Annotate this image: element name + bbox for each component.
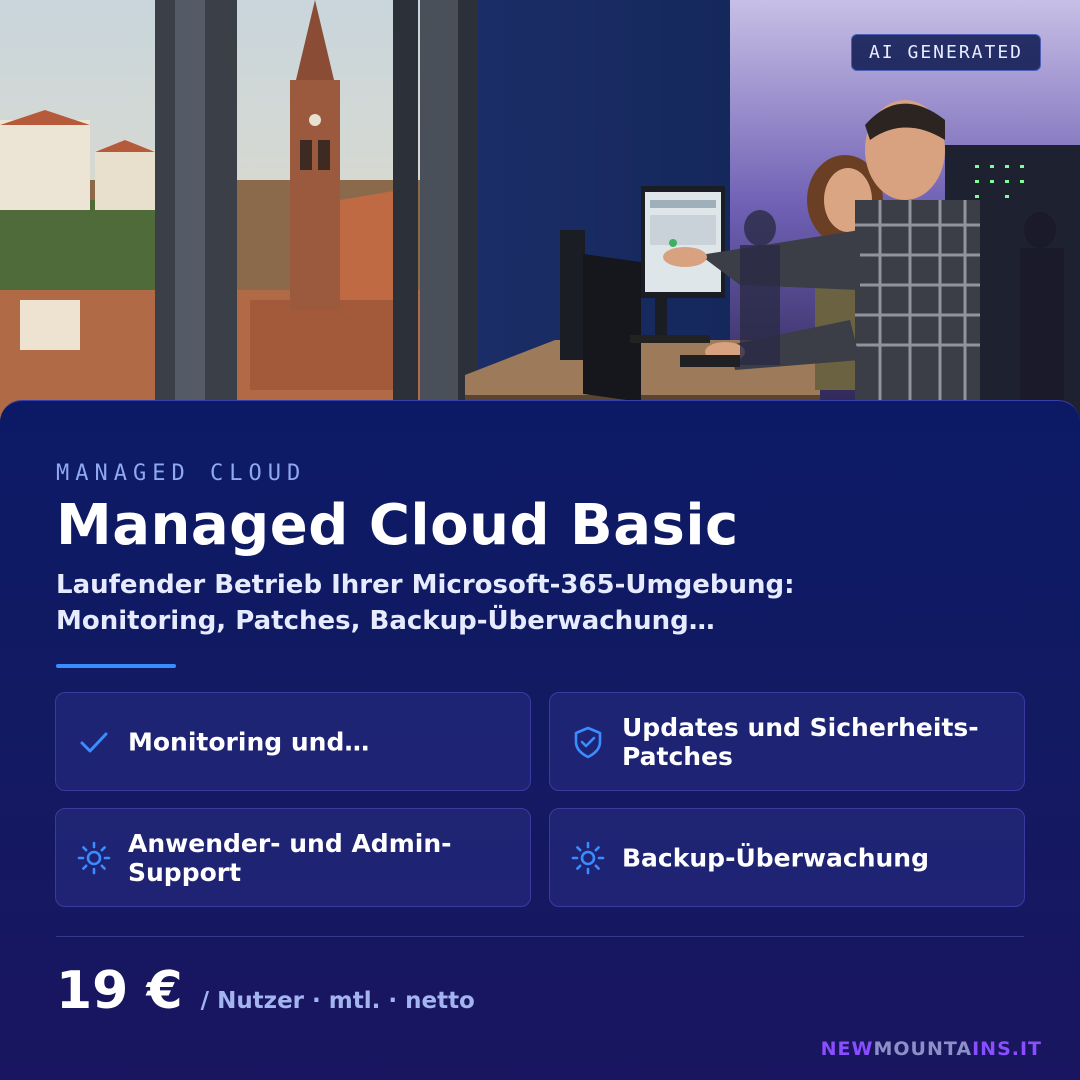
feature-label: Monitoring und… bbox=[128, 727, 370, 756]
brand-part-2: MOUNTA bbox=[873, 1038, 973, 1060]
product-card: MANAGED CLOUD Managed Cloud Basic Laufen… bbox=[0, 400, 1080, 1080]
feature-card-updates: Updates und Sicherheits-Patches bbox=[549, 692, 1025, 791]
gear-icon bbox=[77, 841, 111, 875]
accent-divider bbox=[56, 664, 176, 668]
subtitle-line-1: Laufender Betrieb Ihrer Microsoft-365-Um… bbox=[56, 570, 795, 600]
brand-part-3: INS.IT bbox=[972, 1038, 1042, 1060]
price-amount: 19 € bbox=[56, 961, 183, 1021]
feature-card-support: Anwender- und Admin-Support bbox=[55, 808, 531, 907]
shield-check-icon bbox=[574, 726, 602, 759]
product-subtitle: Laufender Betrieb Ihrer Microsoft-365-Um… bbox=[56, 567, 956, 639]
price-unit: / Nutzer · mtl. · netto bbox=[200, 988, 475, 1014]
product-title: Managed Cloud Basic bbox=[56, 493, 739, 558]
price-row: 19 € / Nutzer · mtl. · netto bbox=[56, 961, 475, 1021]
feature-label: Backup-Überwachung bbox=[622, 843, 929, 872]
feature-card-monitoring: Monitoring und… bbox=[55, 692, 531, 791]
gear-icon bbox=[571, 841, 605, 875]
category-eyebrow: MANAGED CLOUD bbox=[56, 461, 307, 486]
product-card-page: AI GENERATED MANAGED CLOUD Managed Cloud… bbox=[0, 0, 1080, 1080]
brand-wordmark: NEWMOUNTAINS.IT bbox=[821, 1038, 1042, 1060]
price-divider bbox=[56, 936, 1024, 937]
hero-photo: AI GENERATED bbox=[0, 0, 1080, 420]
brand-part-1: NEW bbox=[820, 1038, 874, 1060]
feature-label: Anwender- und Admin-Support bbox=[128, 828, 452, 887]
subtitle-line-2: Monitoring, Patches, Backup-Überwachung… bbox=[56, 606, 715, 636]
ai-generated-badge: AI GENERATED bbox=[851, 34, 1041, 71]
check-icon bbox=[80, 732, 108, 753]
feature-card-backup: Backup-Überwachung bbox=[549, 808, 1025, 907]
feature-label: Updates und Sicherheits-Patches bbox=[622, 712, 979, 771]
